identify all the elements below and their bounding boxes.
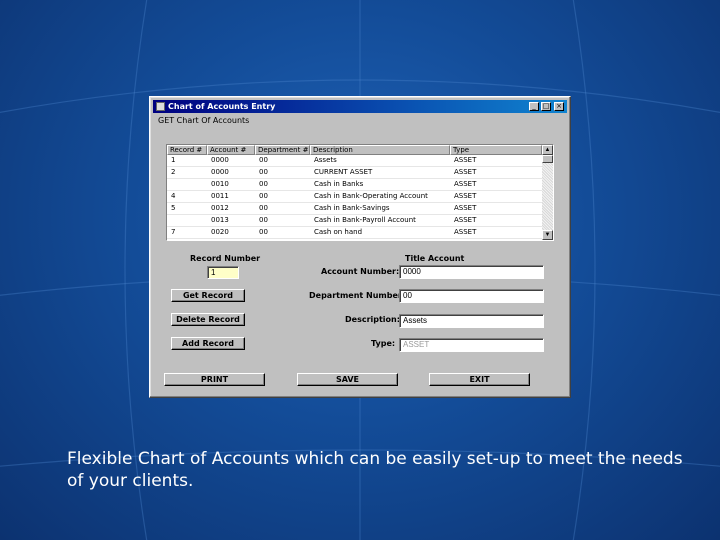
cell-department: 00 xyxy=(259,168,268,176)
cell-type: ASSET xyxy=(454,228,477,236)
cell-record xyxy=(167,215,207,226)
type-label: Type: xyxy=(371,339,396,348)
close-button[interactable]: × xyxy=(554,102,564,111)
print-button[interactable]: PRINT xyxy=(164,373,265,386)
cell-description: Cash in Bank-Payroll Account xyxy=(314,216,416,224)
maximize-button[interactable]: □ xyxy=(541,102,551,111)
minimize-button[interactable]: _ xyxy=(529,102,539,111)
account-number-input[interactable]: 0000 xyxy=(399,265,544,279)
add-record-button[interactable]: Add Record xyxy=(171,337,245,350)
table-row[interactable]: 5 0012 00 Cash in Bank-Savings ASSET xyxy=(167,203,542,215)
cell-account: 0010 xyxy=(211,180,229,188)
cell-account: 0012 xyxy=(211,204,229,212)
cell-type: ASSET xyxy=(454,168,477,176)
department-number-label: Department Number: xyxy=(309,291,406,300)
column-header-account[interactable]: Account # xyxy=(207,145,255,155)
table-row[interactable]: 2 0000 00 CURRENT ASSET ASSET xyxy=(167,167,542,179)
delete-record-button[interactable]: Delete Record xyxy=(171,313,245,326)
exit-button[interactable]: EXIT xyxy=(429,373,530,386)
department-number-input[interactable]: 00 xyxy=(399,289,544,303)
cell-record xyxy=(167,179,207,190)
cell-record: 2 xyxy=(171,168,176,176)
column-header-type[interactable]: Type xyxy=(450,145,542,155)
cell-account: 0000 xyxy=(211,168,229,176)
accounts-grid[interactable]: Record # Account # Department # Descript… xyxy=(166,144,554,241)
record-number-input[interactable]: 1 xyxy=(207,266,239,279)
slide-caption: Flexible Chart of Accounts which can be … xyxy=(67,449,683,491)
cell-description: Cash in Banks xyxy=(314,180,364,188)
cell-description: Cash in Bank-Operating Account xyxy=(314,192,428,200)
cell-record: 7 xyxy=(171,228,176,236)
column-header-description[interactable]: Description xyxy=(310,145,450,155)
cell-record: 1 xyxy=(171,156,176,164)
cell-department: 00 xyxy=(259,156,268,164)
scroll-thumb[interactable] xyxy=(542,155,553,163)
cell-description: CURRENT ASSET xyxy=(314,168,373,176)
scroll-up-arrow-icon[interactable]: ▲ xyxy=(542,145,553,155)
chart-of-accounts-window: Chart of Accounts Entry _ □ × GET Chart … xyxy=(149,96,571,398)
grid-header: Record # Account # Department # Descript… xyxy=(167,145,542,155)
column-header-department[interactable]: Department # xyxy=(255,145,310,155)
cell-type: ASSET xyxy=(454,180,477,188)
table-row[interactable]: 7 0020 00 Cash on hand ASSET xyxy=(167,227,542,239)
description-input[interactable]: Assets xyxy=(399,314,544,328)
cell-type: ASSET xyxy=(454,216,477,224)
table-row[interactable]: 0010 00 Cash in Banks ASSET xyxy=(167,179,542,191)
cell-type: ASSET xyxy=(454,204,477,212)
app-icon xyxy=(156,102,165,111)
cell-department: 00 xyxy=(259,204,268,212)
cell-account: 0013 xyxy=(211,216,229,224)
save-button[interactable]: SAVE xyxy=(297,373,398,386)
cell-description: Cash on hand xyxy=(314,228,363,236)
column-header-record[interactable]: Record # xyxy=(167,145,207,155)
cell-description: Assets xyxy=(314,156,337,164)
table-row[interactable]: 0013 00 Cash in Bank-Payroll Account ASS… xyxy=(167,215,542,227)
description-label: Description: xyxy=(345,315,400,324)
cell-description: Cash in Bank-Savings xyxy=(314,204,390,212)
grid-vertical-scrollbar[interactable]: ▲ ▼ xyxy=(542,145,553,240)
form-subtitle: GET Chart Of Accounts xyxy=(158,116,250,125)
scroll-down-arrow-icon[interactable]: ▼ xyxy=(542,230,553,240)
cell-department: 00 xyxy=(259,192,268,200)
get-record-button[interactable]: Get Record xyxy=(171,289,245,302)
account-number-label: Account Number: xyxy=(321,267,400,276)
record-number-label: Record Number xyxy=(190,254,261,263)
table-row[interactable]: 1 0000 00 Assets ASSET xyxy=(167,155,542,167)
cell-account: 0011 xyxy=(211,192,229,200)
cell-department: 00 xyxy=(259,228,268,236)
cell-department: 00 xyxy=(259,216,268,224)
title-account-label: Title Account xyxy=(405,254,465,263)
window-title: Chart of Accounts Entry xyxy=(168,102,276,111)
cell-record: 5 xyxy=(171,204,176,212)
cell-account: 0000 xyxy=(211,156,229,164)
cell-type: ASSET xyxy=(454,156,477,164)
cell-type: ASSET xyxy=(454,192,477,200)
cell-account: 0020 xyxy=(211,228,229,236)
cell-department: 00 xyxy=(259,180,268,188)
cell-record: 4 xyxy=(171,192,176,200)
title-bar[interactable]: Chart of Accounts Entry _ □ × xyxy=(153,100,567,113)
type-input[interactable]: ASSET xyxy=(399,338,544,352)
table-row[interactable]: 4 0011 00 Cash in Bank-Operating Account… xyxy=(167,191,542,203)
